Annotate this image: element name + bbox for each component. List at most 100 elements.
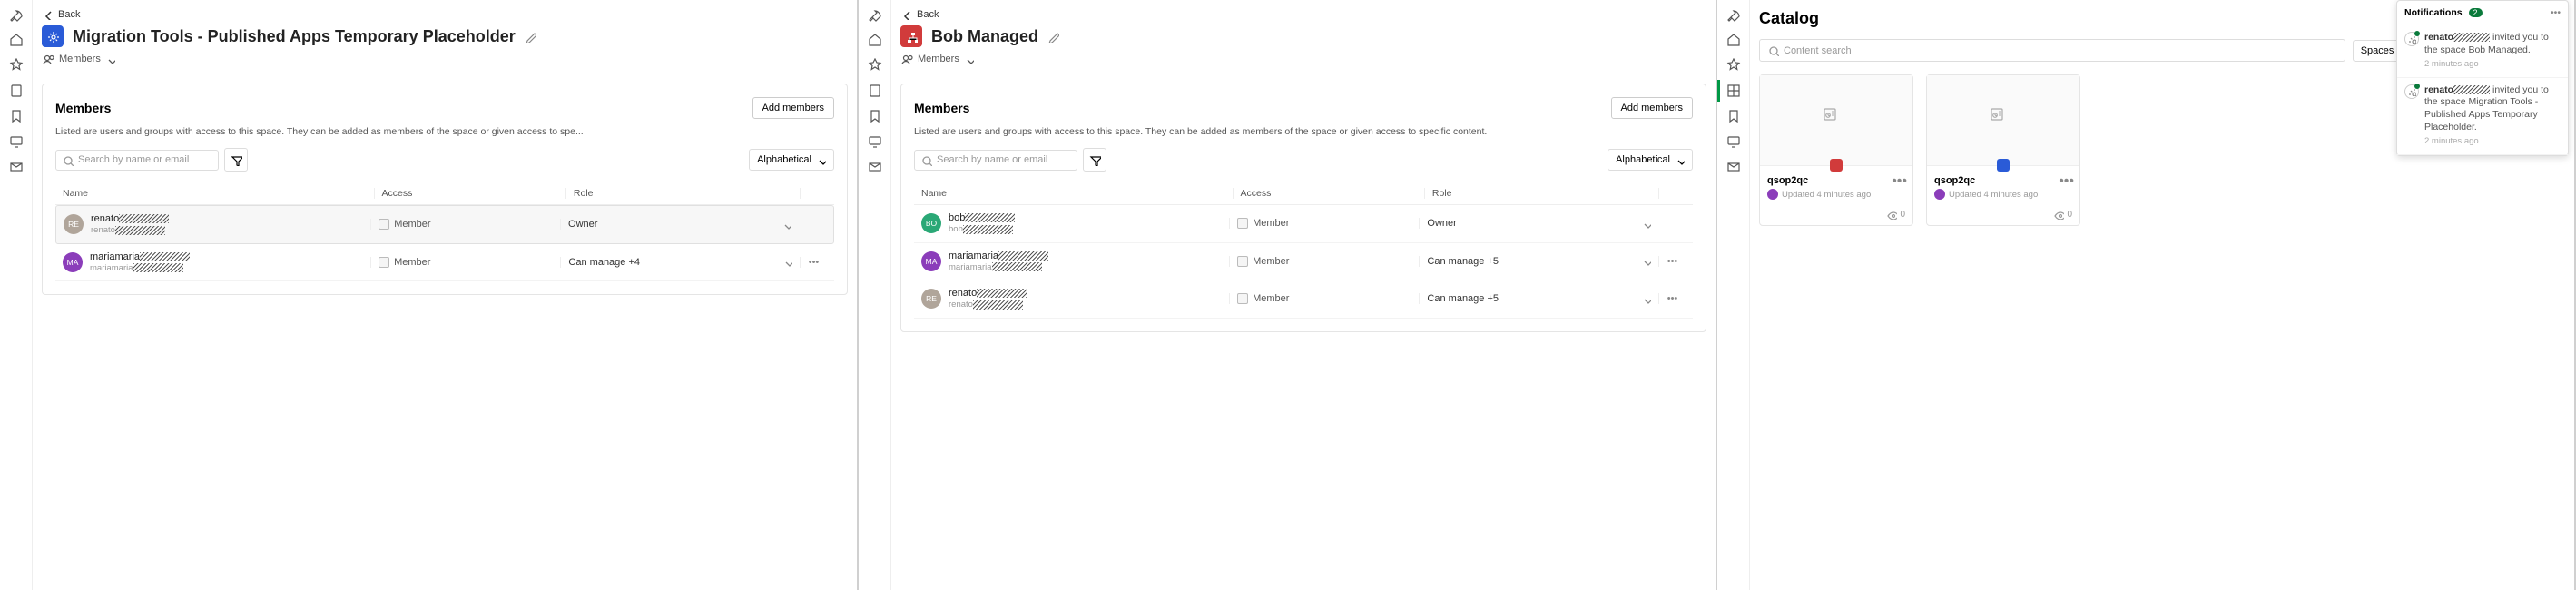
panel-description: Listed are users and groups with access …	[55, 126, 834, 137]
members-dropdown[interactable]: Members	[42, 53, 848, 65]
access-cell: Member	[370, 219, 560, 230]
user-name: bob	[949, 212, 1015, 224]
table-row[interactable]: RErenatorenatoMemberCan manage +5•••	[914, 280, 1693, 319]
user-name: mariamaria	[90, 251, 190, 263]
content-search-input[interactable]: Content search	[1759, 39, 2345, 62]
card-thumbnail	[1927, 75, 2079, 166]
catalog-card[interactable]: •••qsop2qcUpdated 4 minutes ago0	[1926, 74, 2080, 226]
star-icon[interactable]	[1726, 58, 1741, 73]
panel-description: Listed are users and groups with access …	[914, 126, 1693, 137]
avatar	[1767, 189, 1778, 200]
rocket-icon[interactable]	[9, 7, 24, 22]
bookmark-icon[interactable]	[868, 109, 882, 123]
back-button[interactable]: Back	[42, 9, 848, 20]
row-menu[interactable]: •••	[1658, 293, 1686, 304]
table-row[interactable]: MAmariamariamariamariaMemberCan manage +…	[55, 244, 834, 282]
notifications-popover: Notifications 2 ••• renato invited you t…	[2396, 0, 2569, 156]
role-dropdown[interactable]: Owner	[560, 219, 799, 230]
card-meta: Updated 4 minutes ago	[1934, 189, 2072, 200]
add-members-button[interactable]: Add members	[752, 97, 834, 119]
notifications-menu[interactable]: •••	[2551, 7, 2561, 18]
square-icon	[1237, 218, 1248, 229]
members-dropdown[interactable]: Members	[900, 53, 1706, 65]
monitor-icon[interactable]	[9, 134, 24, 149]
pencil-icon[interactable]	[525, 31, 536, 43]
back-label: Back	[917, 9, 939, 20]
monitor-icon[interactable]	[868, 134, 882, 149]
rocket-icon[interactable]	[1726, 7, 1741, 22]
book-icon[interactable]	[9, 84, 24, 98]
monitor-icon[interactable]	[1726, 134, 1741, 149]
square-icon	[379, 257, 389, 268]
sidebar	[0, 0, 33, 590]
role-dropdown[interactable]: Owner	[1419, 218, 1658, 229]
role-dropdown[interactable]: Can manage +5	[1419, 256, 1658, 267]
notification-items: renato invited you to the space Bob Mana…	[2397, 25, 2568, 155]
table-row[interactable]: BObobbobMemberOwner	[914, 205, 1693, 243]
star-icon[interactable]	[9, 58, 24, 73]
sidebar	[859, 0, 891, 590]
user-name: mariamaria	[949, 251, 1048, 262]
book-icon[interactable]	[868, 84, 882, 98]
back-label: Back	[58, 9, 80, 20]
notification-item[interactable]: renato invited you to the space Bob Mana…	[2397, 25, 2568, 78]
notification-item[interactable]: renato invited you to the space Migratio…	[2397, 78, 2568, 155]
avatar: MA	[921, 251, 941, 271]
table-row[interactable]: MAmariamariamariamariaMemberCan manage +…	[914, 243, 1693, 281]
home-icon[interactable]	[9, 33, 24, 47]
access-cell: Member	[370, 257, 560, 268]
filter-button[interactable]	[224, 148, 248, 172]
home-icon[interactable]	[1726, 33, 1741, 47]
notification-time: 2 minutes ago	[2424, 136, 2561, 147]
access-cell: Member	[1229, 218, 1419, 229]
star-icon[interactable]	[868, 58, 882, 73]
card-views: 0	[1760, 205, 1912, 225]
bookmark-icon[interactable]	[1726, 109, 1741, 123]
catalog-card[interactable]: •••qsop2qcUpdated 4 minutes ago0	[1759, 74, 1913, 226]
sort-dropdown[interactable]: Alphabetical	[1608, 149, 1693, 171]
avatar: BO	[921, 213, 941, 233]
rocket-icon[interactable]	[868, 7, 882, 22]
sort-dropdown[interactable]: Alphabetical	[749, 149, 834, 171]
space-title: Bob Managed	[931, 27, 1038, 46]
square-icon	[1237, 293, 1248, 304]
panel-title: Members	[914, 101, 969, 115]
back-button[interactable]: Back	[900, 9, 1706, 20]
home-icon[interactable]	[868, 33, 882, 47]
access-cell: Member	[1229, 256, 1419, 267]
mail-icon[interactable]	[9, 160, 24, 174]
bookmark-icon[interactable]	[9, 109, 24, 123]
pencil-icon[interactable]	[1047, 31, 1059, 43]
filter-button[interactable]	[1083, 148, 1106, 172]
grid-icon[interactable]	[1726, 84, 1741, 98]
members-panel: Members Add members Listed are users and…	[42, 84, 848, 295]
card-menu[interactable]: •••	[2059, 173, 2074, 190]
panel-title: Members	[55, 101, 111, 115]
square-icon	[379, 219, 389, 230]
avatar: RE	[921, 289, 941, 309]
search-input[interactable]: Search by name or email	[914, 150, 1077, 171]
gear-icon	[2404, 84, 2419, 99]
row-menu[interactable]: •••	[1658, 256, 1686, 267]
table-header: Name Access Role	[55, 182, 834, 205]
avatar: RE	[64, 214, 84, 234]
mail-icon[interactable]	[1726, 160, 1741, 174]
app-migration: Back Migration Tools - Published Apps Te…	[0, 0, 859, 590]
notifications-title: Notifications	[2404, 7, 2463, 18]
mail-icon[interactable]	[868, 160, 882, 174]
role-dropdown[interactable]: Can manage +4	[560, 257, 800, 268]
gear-icon	[2404, 32, 2419, 46]
row-menu[interactable]: •••	[800, 257, 827, 268]
table-rows: RErenatorenatoMemberOwnerMAmariamariamar…	[55, 205, 834, 281]
user-name: renato	[949, 288, 1027, 300]
user-name: renato	[91, 213, 169, 225]
role-dropdown[interactable]: Can manage +5	[1419, 293, 1658, 304]
search-input[interactable]: Search by name or email	[55, 150, 219, 171]
add-members-button[interactable]: Add members	[1611, 97, 1693, 119]
table-row[interactable]: RE renatorenato MemberOwner	[55, 205, 834, 244]
user-sub: renato	[91, 225, 169, 235]
card-menu[interactable]: •••	[1892, 173, 1907, 190]
avatar: MA	[63, 252, 83, 272]
space-title: Migration Tools - Published Apps Tempora…	[73, 27, 516, 46]
square-icon	[1237, 256, 1248, 267]
